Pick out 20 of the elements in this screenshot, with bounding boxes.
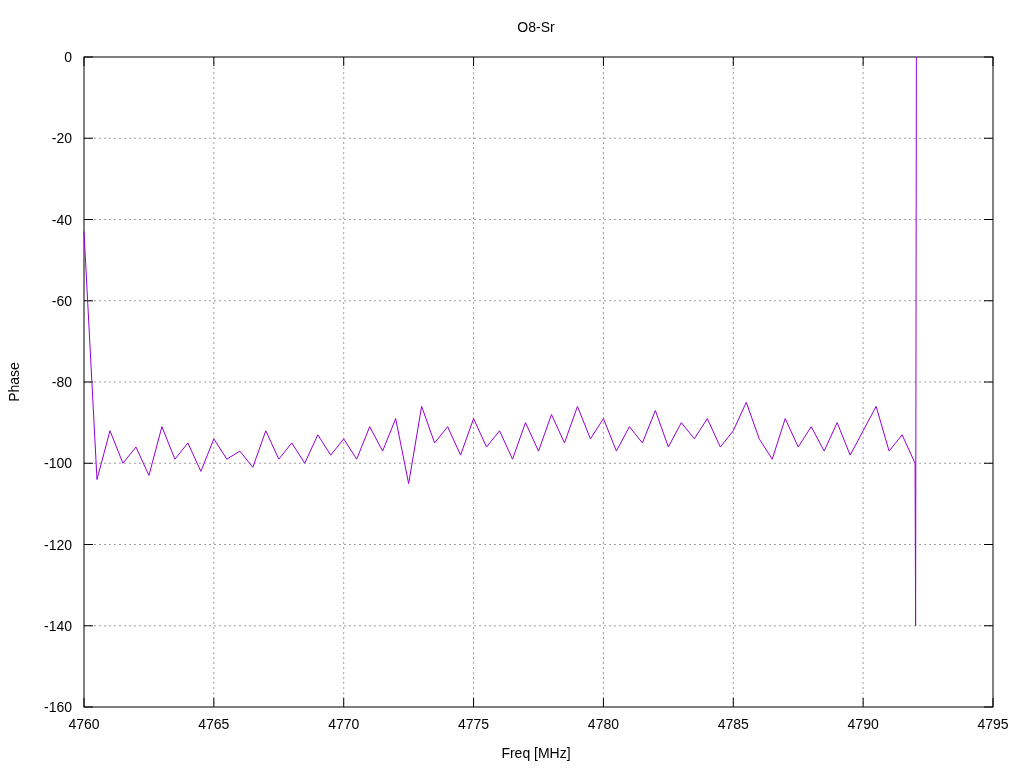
x-tick-label: 4770 [328,716,360,732]
y-tick-label: -20 [51,130,72,147]
x-tick-label: 4790 [847,716,879,732]
y-tick-label: -80 [51,374,72,390]
y-tick-label: -140 [43,617,72,634]
chart-title: O8-Sr [517,19,555,35]
x-axis-label: Freq [MHz] [501,745,571,761]
x-tick-label: 4760 [68,716,100,732]
y-tick-label: -40 [51,211,72,228]
y-tick-label: -160 [43,699,72,715]
x-tick-label: 4765 [198,716,230,732]
y-tick-label: 0 [64,49,72,65]
y-tick-label: -120 [43,536,72,553]
x-tick-label: 4795 [977,716,1009,732]
y-tick-label: -60 [51,292,72,309]
x-tick-label: 4775 [458,716,490,732]
x-tick-label: 4780 [587,716,619,732]
y-axis-label: Phase [6,362,22,402]
y-tick-label: -100 [43,455,72,472]
x-tick-label: 4785 [717,716,749,732]
